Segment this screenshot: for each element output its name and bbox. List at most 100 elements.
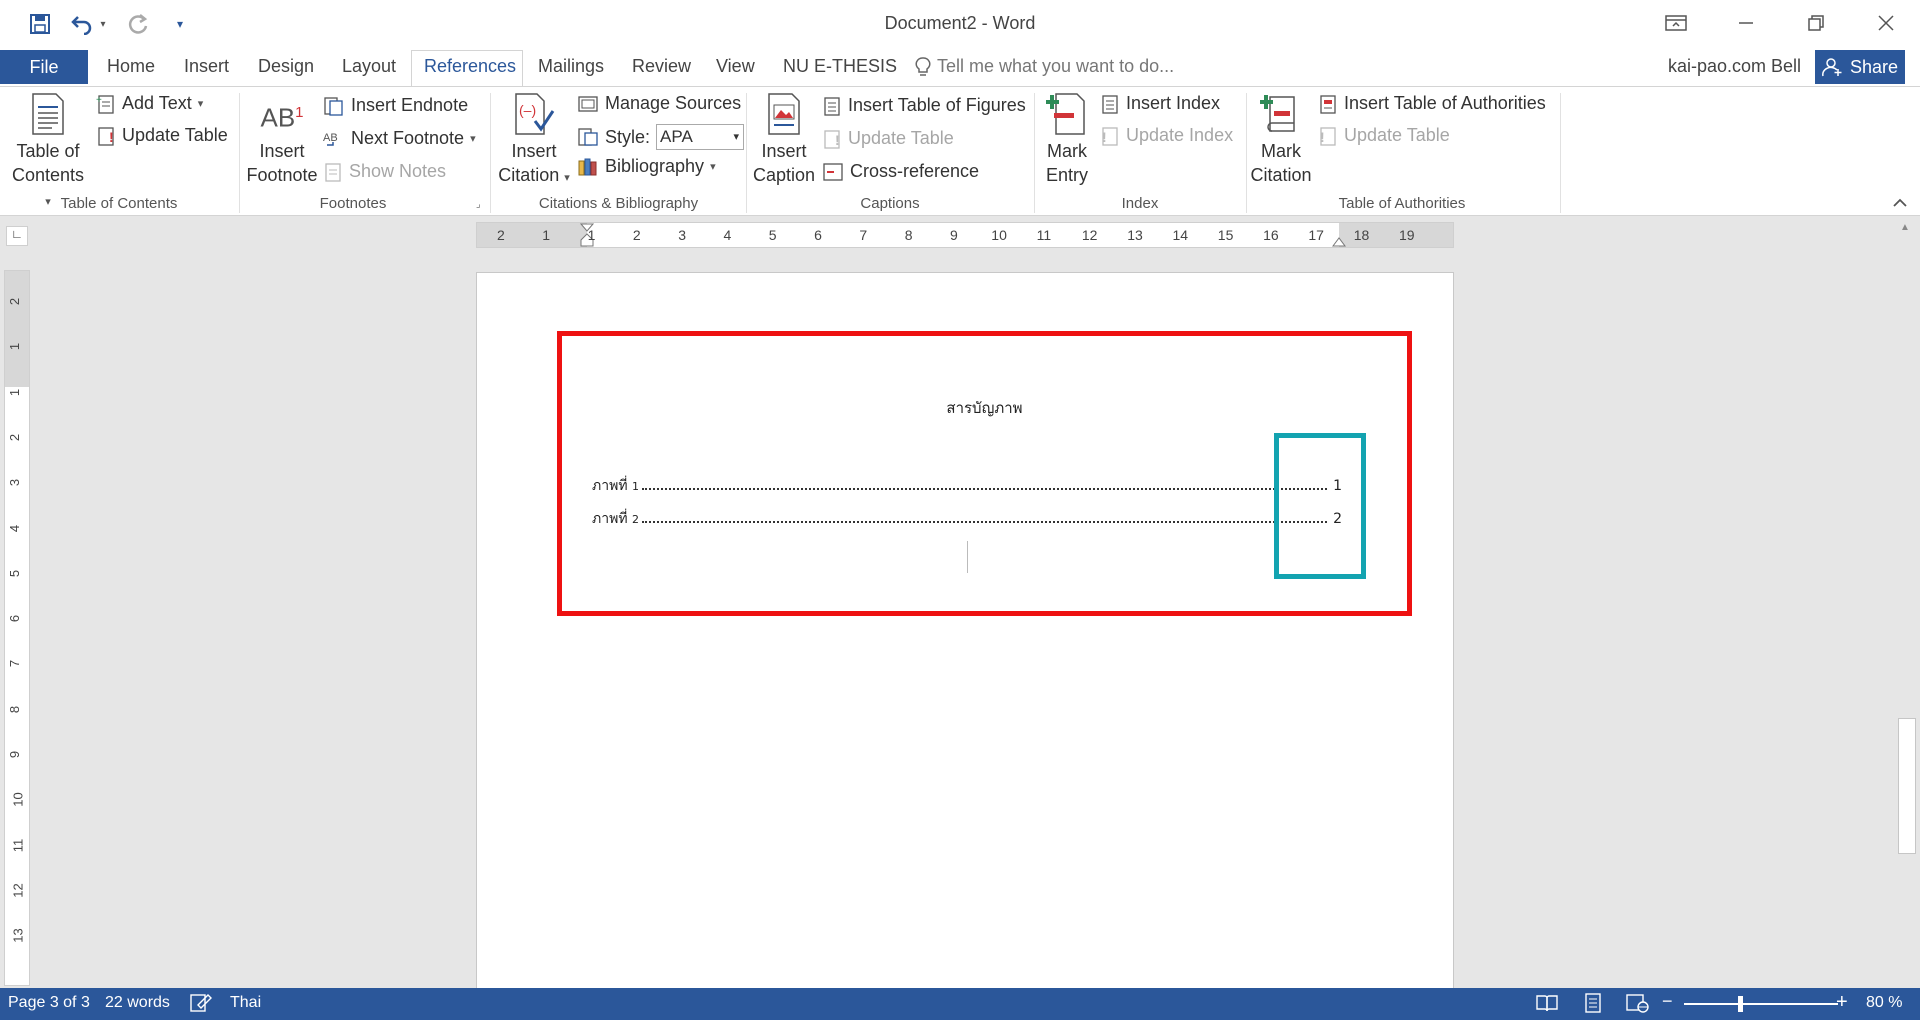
update-table-figures-button[interactable]: ! Update Table bbox=[822, 128, 954, 149]
proofing-icon[interactable] bbox=[190, 993, 212, 1018]
zoom-slider[interactable] bbox=[1684, 1003, 1838, 1005]
toc-leader bbox=[642, 521, 1327, 523]
collapse-ribbon-icon[interactable] bbox=[1892, 195, 1908, 213]
tab-selector[interactable]: ∟ bbox=[6, 226, 28, 246]
language-indicator[interactable]: Thai bbox=[230, 994, 261, 1012]
manage-sources-button[interactable]: Manage Sources bbox=[577, 93, 741, 114]
zoom-slider-thumb[interactable] bbox=[1738, 996, 1743, 1012]
tab-file[interactable]: File bbox=[0, 50, 88, 84]
ruler-tick-label: 3 bbox=[678, 227, 686, 243]
scroll-up-icon[interactable]: ▲ bbox=[1900, 222, 1910, 233]
add-text-button[interactable]: + Add Text ▾ bbox=[96, 93, 203, 114]
caption-label-1: Insert bbox=[761, 141, 807, 161]
update-index-button[interactable]: ! Update Index bbox=[1100, 125, 1233, 146]
insert-endnote-button[interactable]: Insert Endnote bbox=[323, 95, 468, 116]
ruler-margin-left bbox=[477, 223, 587, 247]
zoom-out-button[interactable]: − bbox=[1662, 991, 1673, 1012]
style-select[interactable]: APA ▾ bbox=[656, 124, 745, 150]
svg-text:!: ! bbox=[1320, 129, 1325, 145]
dialog-launcher-icon[interactable]: ⌟ bbox=[476, 199, 481, 210]
next-footnote-button[interactable]: AB Next Footnote ▾ bbox=[323, 128, 476, 149]
style-dropdown[interactable]: Style: APA ▾ bbox=[577, 124, 745, 150]
zoom-in-button[interactable]: + bbox=[1836, 991, 1848, 1014]
chevron-down-icon: ▾ bbox=[710, 161, 716, 173]
ruler-tick-label: 16 bbox=[1263, 227, 1279, 243]
ribbon-display-options-icon[interactable] bbox=[1656, 8, 1696, 38]
tab-mailings[interactable]: Mailings bbox=[538, 56, 604, 77]
update-table-toa-button[interactable]: ! Update Table bbox=[1318, 125, 1450, 146]
mark-entry-label-2: Entry bbox=[1045, 165, 1088, 185]
svg-text:!: ! bbox=[1102, 129, 1107, 145]
insert-caption-button[interactable]: Insert Caption bbox=[750, 93, 818, 187]
web-layout-icon[interactable] bbox=[1626, 993, 1650, 1018]
bibliography-button[interactable]: Bibliography ▾ bbox=[577, 156, 716, 177]
tab-insert[interactable]: Insert bbox=[184, 56, 229, 77]
toc-entry[interactable]: ภาพที่ 1 1 bbox=[592, 475, 1342, 497]
ruler-tick-label: 1 bbox=[587, 227, 596, 243]
table-of-figures-icon bbox=[824, 96, 840, 116]
tab-view[interactable]: View bbox=[716, 56, 755, 77]
ruler-tick-label: 18 bbox=[1353, 227, 1370, 243]
ruler-tick-label: 5 bbox=[7, 569, 23, 577]
toc-entry[interactable]: ภาพที่ 2 2 bbox=[592, 508, 1342, 530]
insert-index-button[interactable]: Insert Index bbox=[1100, 93, 1220, 114]
share-label: Share bbox=[1849, 56, 1899, 77]
vertical-ruler[interactable]: 2 1 1 2 3 4 5 6 7 8 9 10 11 12 13 bbox=[4, 270, 30, 986]
insert-footnote-button[interactable]: AB1 Insert Footnote bbox=[244, 93, 320, 187]
update-table-toc-button[interactable]: ! Update Table bbox=[96, 125, 228, 146]
ruler-tick-label: 5 bbox=[768, 227, 777, 243]
scrollbar-thumb[interactable] bbox=[1898, 718, 1916, 854]
endnote-icon bbox=[324, 96, 343, 116]
group-label-footnotes: Footnotes bbox=[319, 195, 387, 212]
restore-icon[interactable] bbox=[1796, 8, 1836, 38]
ruler-tick-label: 2 bbox=[497, 227, 505, 243]
read-mode-icon[interactable] bbox=[1536, 993, 1558, 1018]
tab-home[interactable]: Home bbox=[107, 56, 155, 77]
chevron-down-icon: ▾ bbox=[470, 133, 476, 145]
share-button[interactable]: Share bbox=[1815, 50, 1905, 84]
cross-reference-icon bbox=[823, 162, 843, 181]
horizontal-ruler[interactable]: 2 1 1 2 3 4 5 6 7 8 9 10 11 12 13 14 15 16 17 18 19 bbox=[476, 222, 1454, 248]
tab-nu-ethesis[interactable]: NU E-THESIS bbox=[783, 56, 897, 77]
ruler-tick-label: 3 bbox=[7, 479, 23, 487]
page-count[interactable]: Page 3 of 3 bbox=[8, 994, 90, 1012]
right-indent-marker-icon[interactable] bbox=[1332, 233, 1346, 252]
mark-citation-button[interactable]: Mark Citation bbox=[1250, 93, 1312, 187]
chevron-down-icon: ▾ bbox=[564, 172, 570, 184]
footnote-label-2: Footnote bbox=[246, 165, 318, 185]
group-label-index: Index bbox=[1121, 195, 1159, 212]
insert-table-of-authorities-button[interactable]: Insert Table of Authorities bbox=[1318, 93, 1546, 114]
insert-citation-button[interactable]: (–) Insert Citation ▾ bbox=[496, 93, 572, 190]
word-count[interactable]: 22 words bbox=[105, 994, 170, 1012]
ruler-tick-label: 2 bbox=[7, 297, 23, 306]
title-bar: ▾ ▾ Document2 - Word bbox=[0, 0, 1920, 48]
minimize-icon[interactable] bbox=[1726, 8, 1766, 38]
mark-entry-button[interactable]: Mark Entry bbox=[1038, 93, 1096, 187]
mark-citation-icon bbox=[1260, 95, 1295, 132]
table-of-authorities-icon bbox=[1320, 94, 1336, 114]
show-notes-button[interactable]: Show Notes bbox=[323, 161, 446, 182]
cross-reference-button[interactable]: Cross-reference bbox=[822, 161, 979, 182]
ruler-tick-label: 11 bbox=[1036, 227, 1052, 243]
tell-me-search[interactable]: Tell me what you want to do... bbox=[915, 56, 1174, 77]
next-footnote-label: Next Footnote bbox=[351, 128, 465, 148]
tab-review[interactable]: Review bbox=[632, 56, 691, 77]
ribbon-tabs: File Home Insert Design Layout Reference… bbox=[0, 48, 1920, 86]
document-page[interactable]: สารบัญภาพ ภาพที่ 1 1 ภาพที่ 2 2 bbox=[476, 272, 1454, 988]
tab-design[interactable]: Design bbox=[258, 56, 314, 77]
close-icon[interactable] bbox=[1866, 8, 1906, 38]
style-icon bbox=[578, 128, 598, 146]
update-table-label: Update Table bbox=[1344, 125, 1450, 145]
user-name[interactable]: kai-pao.com Bell bbox=[1668, 56, 1801, 77]
group-label-citations: Citations & Bibliography bbox=[538, 195, 699, 212]
print-layout-icon[interactable] bbox=[1582, 993, 1604, 1018]
vertical-scrollbar[interactable]: ▲ bbox=[1894, 218, 1920, 988]
ruler-tick-label: 10 bbox=[10, 792, 26, 808]
tab-references[interactable]: References bbox=[424, 56, 516, 77]
mark-entry-label-1: Mark bbox=[1047, 141, 1087, 161]
zoom-level[interactable]: 80 % bbox=[1866, 994, 1902, 1012]
svg-text:(–): (–) bbox=[519, 102, 536, 118]
tab-layout[interactable]: Layout bbox=[342, 56, 396, 77]
insert-table-of-figures-button[interactable]: Insert Table of Figures bbox=[822, 95, 1026, 116]
toc-entry-label: ภาพที่ bbox=[592, 511, 628, 527]
